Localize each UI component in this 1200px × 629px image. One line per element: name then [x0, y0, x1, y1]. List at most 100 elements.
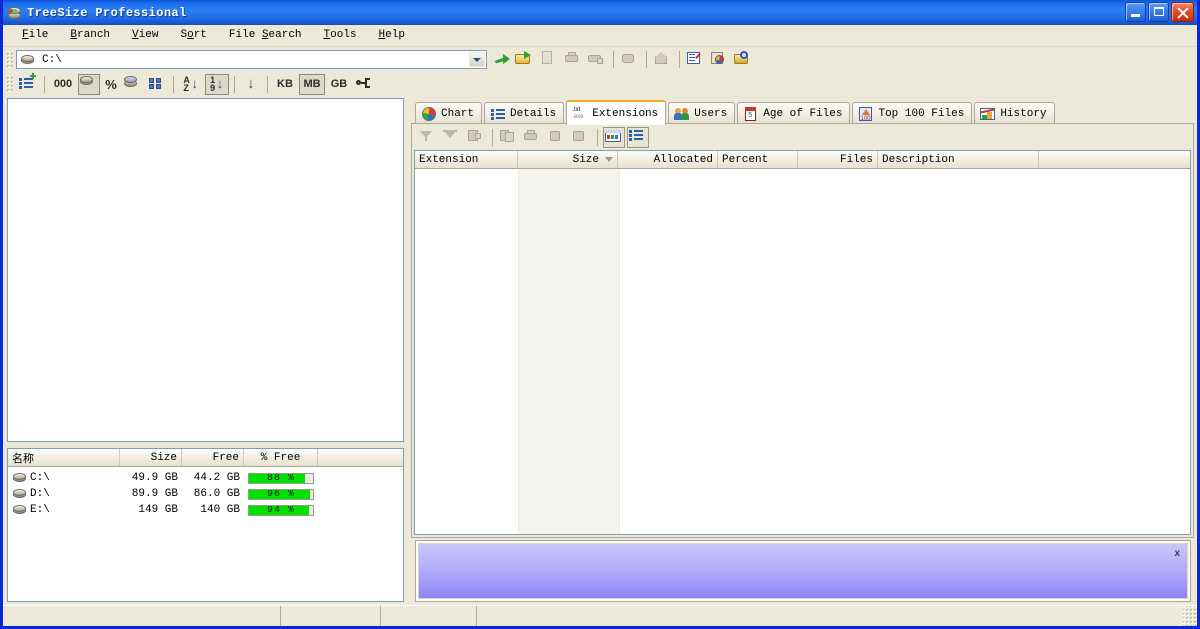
- search-folder-button[interactable]: [733, 49, 755, 70]
- tab-chart[interactable]: Chart: [415, 102, 483, 124]
- home-button: [652, 49, 674, 70]
- show-tree-button[interactable]: [627, 126, 649, 148]
- directory-tree[interactable]: [7, 98, 404, 442]
- drive-name: C:\: [30, 472, 50, 484]
- sort-numeric-button[interactable]: 19 ↓: [205, 73, 229, 95]
- address-input[interactable]: C:\: [16, 50, 487, 69]
- drive-col-filler: [318, 449, 403, 466]
- report-button[interactable]: [709, 49, 731, 70]
- tab-top-100-files[interactable]: 100 Top 100 Files: [852, 102, 973, 124]
- unit-auto-button[interactable]: [353, 74, 375, 95]
- checklist-icon: [686, 50, 706, 69]
- export-icon: [547, 128, 567, 147]
- drive-size: 89.9 GB: [131, 488, 178, 500]
- copy-filter-button: [465, 127, 487, 148]
- thousands-separator-button[interactable]: 000: [50, 74, 76, 95]
- unit-kb-label: KB: [277, 78, 293, 90]
- tab-history[interactable]: History: [974, 102, 1055, 124]
- col-files[interactable]: Files: [798, 151, 878, 168]
- menu-help[interactable]: Help: [368, 27, 416, 44]
- menu-tools[interactable]: Tools: [313, 27, 368, 44]
- extensions-listview[interactable]: Extension Size Allocated Percent Files D…: [414, 150, 1191, 535]
- maximize-button[interactable]: [1148, 2, 1169, 22]
- drive-size: 149 GB: [138, 504, 178, 516]
- tab-extensions[interactable]: .txt .exe Extensions: [566, 100, 667, 125]
- open-folder-button[interactable]: [514, 49, 536, 70]
- col-description[interactable]: Description: [878, 151, 1039, 168]
- drive-col-name[interactable]: 名称: [8, 449, 120, 466]
- address-dropdown-button[interactable]: [469, 52, 485, 67]
- unit-mb-button[interactable]: MB: [299, 73, 325, 95]
- expand-tree-icon: [18, 72, 38, 94]
- col-extension[interactable]: Extension: [415, 151, 518, 168]
- show-chart-button[interactable]: [603, 126, 625, 148]
- percent-label: %: [105, 76, 117, 92]
- tab-top-100-files-label: Top 100 Files: [878, 107, 965, 120]
- address-toolbar: C:\: [3, 47, 1197, 72]
- unit-gb-button[interactable]: GB: [327, 74, 351, 95]
- print-button: [522, 127, 544, 148]
- new-page-icon: [539, 50, 559, 69]
- minimize-button[interactable]: [1125, 2, 1146, 22]
- menu-file-search[interactable]: File Search: [218, 27, 313, 44]
- sort-direction-button[interactable]: ↓: [240, 74, 262, 95]
- go-button[interactable]: [490, 49, 512, 70]
- drive-row[interactable]: C:\ 49.9 GB 44.2 GB 88 %: [8, 470, 403, 486]
- drive-col-size[interactable]: Size: [120, 449, 182, 466]
- print-icon: [523, 128, 543, 147]
- menu-branch[interactable]: Branch: [59, 27, 121, 44]
- drive-col-pct-free[interactable]: % Free: [244, 449, 318, 466]
- toolbar-gripper[interactable]: [7, 50, 13, 69]
- copy-filter-icon: [466, 128, 486, 147]
- close-icon[interactable]: x: [1174, 549, 1180, 559]
- drive-row[interactable]: D:\ 89.9 GB 86.0 GB 96 %: [8, 486, 403, 502]
- drive-name: E:\: [30, 504, 50, 516]
- menu-file[interactable]: File: [11, 27, 59, 44]
- print-button: [586, 49, 608, 70]
- tab-age-of-files[interactable]: 5 Age of Files: [737, 102, 851, 124]
- size-disc-button[interactable]: [78, 73, 100, 95]
- details-grid-button[interactable]: [146, 74, 168, 95]
- pct-free-bar: 96 %: [248, 488, 314, 500]
- drive-col-free[interactable]: Free: [182, 449, 244, 466]
- copy-button: [498, 127, 520, 148]
- extensions-panel: Extension Size Allocated Percent Files D…: [411, 123, 1194, 538]
- close-button[interactable]: [1171, 2, 1194, 22]
- pct-free-bar: 94 %: [248, 504, 314, 516]
- menu-view[interactable]: View: [121, 27, 169, 44]
- options-toolbar-gripper[interactable]: [7, 75, 13, 93]
- extensions-header: Extension Size Allocated Percent Files D…: [415, 151, 1190, 169]
- percent-button[interactable]: %: [102, 74, 120, 95]
- show-chart-icon: [604, 128, 624, 147]
- menu-file-rest: ile: [28, 29, 49, 41]
- app-icon: [7, 5, 23, 21]
- clear-filter-icon: [442, 128, 462, 147]
- checklist-button[interactable]: [685, 49, 707, 70]
- tab-details[interactable]: Details: [484, 102, 565, 124]
- drive-pct-free-cell: 94 %: [244, 504, 318, 516]
- top100-icon: 100: [858, 106, 874, 122]
- options-separator-3: [234, 75, 235, 93]
- right-pane: Chart Details .txt .exe Extensions Users…: [411, 96, 1196, 605]
- tab-users[interactable]: Users: [668, 102, 736, 124]
- window-controls: [1125, 2, 1194, 22]
- drive-row[interactable]: E:\ 149 GB 140 GB 94 %: [8, 502, 403, 518]
- status-cell-1: [3, 606, 281, 626]
- tab-strip: Chart Details .txt .exe Extensions Users…: [411, 96, 1194, 125]
- menu-sort[interactable]: Sort: [169, 27, 217, 44]
- pct-free-label: 94 %: [266, 504, 295, 516]
- menu-help-rest: elp: [385, 29, 405, 41]
- toolbar-separator-2: [646, 51, 647, 68]
- extensions-rows[interactable]: [415, 169, 1190, 534]
- unit-kb-button[interactable]: KB: [273, 74, 297, 95]
- col-percent[interactable]: Percent: [718, 151, 798, 168]
- sort-alpha-button[interactable]: AZ ↓: [179, 74, 203, 95]
- allocated-space-button[interactable]: [122, 74, 144, 95]
- new-page-button: [538, 49, 560, 70]
- resize-grip[interactable]: [1183, 606, 1197, 626]
- extensions-toolbar: [412, 124, 1193, 150]
- expand-tree-button[interactable]: [17, 72, 39, 95]
- col-size[interactable]: Size: [518, 151, 618, 168]
- drive-list[interactable]: 名称 Size Free % Free C:\ 49.9 GB 44.2 GB: [7, 448, 404, 602]
- col-allocated[interactable]: Allocated: [618, 151, 718, 168]
